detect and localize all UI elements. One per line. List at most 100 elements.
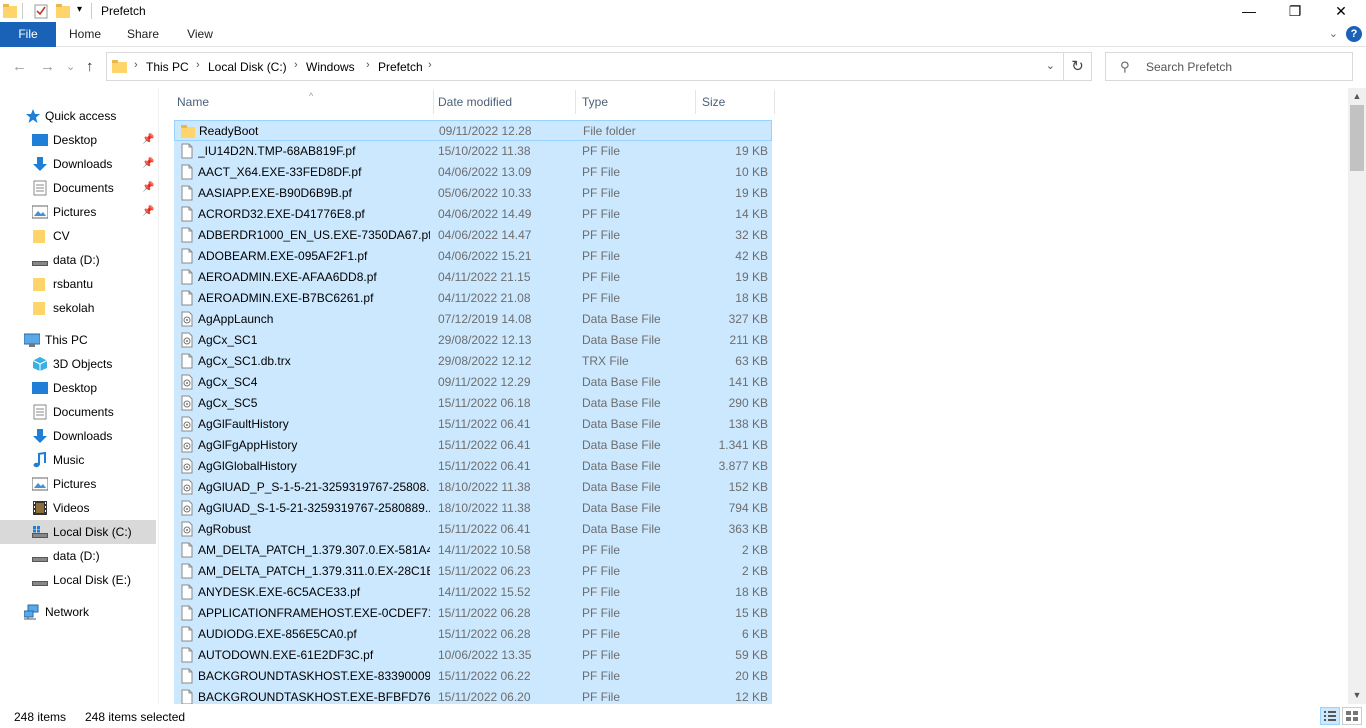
column-header-date-modified[interactable]: Date modified xyxy=(432,88,575,116)
breadcrumb-this-pc[interactable]: This PC xyxy=(146,60,189,74)
sidebar-item-network[interactable]: Network xyxy=(0,600,156,624)
file-row[interactable]: APPLICATIONFRAMEHOST.EXE-0CDEF71... 15/11… xyxy=(174,603,772,624)
file-row[interactable]: AACT_X64.EXE-33FED8DF.pf 04/06/2022 13.09… xyxy=(174,162,772,183)
sidebar-item-label: Quick access xyxy=(45,109,117,123)
address-dropdown-icon[interactable]: ⌄ xyxy=(1046,59,1055,72)
sidebar-item-data-d-pc[interactable]: data (D:) xyxy=(0,544,156,568)
details-view-button[interactable] xyxy=(1320,707,1340,725)
column-divider[interactable] xyxy=(774,90,775,114)
help-icon[interactable]: ? xyxy=(1346,26,1362,42)
tab-home[interactable]: Home xyxy=(56,22,114,47)
file-row[interactable]: AgCx_SC4 09/11/2022 12.29 Data Base File 14… xyxy=(174,372,772,393)
column-header-name[interactable]: Name ^ xyxy=(171,88,433,116)
file-row[interactable]: AgGlGlobalHistory 15/11/2022 06.41 Data Ba… xyxy=(174,456,772,477)
scroll-down-button[interactable]: ▼ xyxy=(1348,687,1366,704)
customize-toolbar-icon[interactable]: ▾ xyxy=(77,4,82,15)
tab-share[interactable]: Share xyxy=(114,22,172,47)
sidebar-item-3d-objects[interactable]: 3D Objects xyxy=(0,352,156,376)
file-row[interactable]: AgGlFaultHistory 15/11/2022 06.41 Data Bas… xyxy=(174,414,772,435)
breadcrumb-prefetch[interactable]: Prefetch xyxy=(378,60,423,74)
sidebar-item-local-disk-e[interactable]: Local Disk (E:) xyxy=(0,568,156,592)
sidebar-item-pictures-pc[interactable]: Pictures xyxy=(0,472,156,496)
sidebar-item-label: sekolah xyxy=(53,301,95,315)
file-row[interactable]: AUDIODG.EXE-856E5CA0.pf 15/11/2022 06.28 P… xyxy=(174,624,772,645)
file-row[interactable]: _IU14D2N.TMP-68AB819F.pf 15/10/2022 11.38… xyxy=(174,141,772,162)
file-row[interactable]: AgCx_SC1 29/08/2022 12.13 Data Base File 21… xyxy=(174,330,772,351)
file-name: AM_DELTA_PATCH_1.379.307.0.EX-581A48... xyxy=(198,543,430,557)
file-row[interactable]: ADBERDR1000_EN_US.EXE-7350DA67.pf 04/06/2… xyxy=(174,225,772,246)
file-type: Data Base File xyxy=(582,312,661,326)
minimize-button[interactable]: — xyxy=(1226,0,1272,22)
sidebar-item-videos[interactable]: Videos xyxy=(0,496,156,520)
sidebar-item-cv[interactable]: CV xyxy=(0,224,156,248)
file-row[interactable]: ACRORD32.EXE-D41776E8.pf 04/06/2022 14.49… xyxy=(174,204,772,225)
sidebar-item-this-pc[interactable]: This PC xyxy=(0,328,156,352)
address-bar[interactable]: › This PC › Local Disk (C:) › Windows › … xyxy=(106,52,1064,81)
file-row[interactable]: AgCx_SC1.db.trx 29/08/2022 12.12 TRX File 6… xyxy=(174,351,772,372)
recent-locations-button[interactable]: ⌄ xyxy=(66,60,75,73)
file-type: Data Base File xyxy=(582,501,661,515)
sidebar-item-downloads-pc[interactable]: Downloads xyxy=(0,424,156,448)
file-row[interactable]: AgGlUAD_P_S-1-5-21-3259319767-25808... 18… xyxy=(174,477,772,498)
file-row[interactable]: ANYDESK.EXE-6C5ACE33.pf 14/11/2022 15.52 P… xyxy=(174,582,772,603)
file-row[interactable]: BACKGROUNDTASKHOST.EXE-BFBFD767.pf 15/11/… xyxy=(174,687,772,704)
file-row[interactable]: AgAppLaunch 07/12/2019 14.08 Data Base Fil… xyxy=(174,309,772,330)
new-folder-icon[interactable] xyxy=(56,3,70,19)
large-icons-view-button[interactable] xyxy=(1342,707,1362,725)
file-name: AACT_X64.EXE-33FED8DF.pf xyxy=(198,165,362,179)
sidebar-item-documents-pc[interactable]: Documents xyxy=(0,400,156,424)
properties-icon[interactable] xyxy=(33,3,49,19)
breadcrumb-local-disk-c[interactable]: Local Disk (C:) xyxy=(208,60,287,74)
file-row[interactable]: AgGlFgAppHistory 15/11/2022 06.41 Data Bas… xyxy=(174,435,772,456)
file-row[interactable]: AASIAPP.EXE-B90D6B9B.pf 05/06/2022 10.33 P… xyxy=(174,183,772,204)
breadcrumb-windows[interactable]: Windows xyxy=(306,60,355,74)
file-row[interactable]: AgGlUAD_S-1-5-21-3259319767-2580889... 18… xyxy=(174,498,772,519)
forward-button[interactable]: → xyxy=(40,58,55,75)
close-button[interactable]: ✕ xyxy=(1318,0,1364,22)
sidebar-item-label: Downloads xyxy=(53,157,113,171)
search-box[interactable]: ⚲ xyxy=(1105,52,1353,81)
file-row[interactable]: AgCx_SC5 15/11/2022 06.18 Data Base File 29… xyxy=(174,393,772,414)
file-row[interactable]: BACKGROUNDTASKHOST.EXE-83390009.pf 15/11/… xyxy=(174,666,772,687)
file-size: 363 KB xyxy=(728,522,768,536)
file-row[interactable]: ReadyBoot 09/11/2022 12.28 File folder xyxy=(174,120,772,141)
sidebar-item-sekolah[interactable]: sekolah xyxy=(0,296,156,320)
sidebar-item-label: rsbantu xyxy=(53,277,94,291)
column-header-type[interactable]: Type xyxy=(576,88,694,116)
tab-view[interactable]: View xyxy=(172,22,228,47)
sidebar-item-music[interactable]: Music xyxy=(0,448,156,472)
sidebar-item-label: Documents xyxy=(53,405,114,419)
file-row[interactable]: AUTODOWN.EXE-61E2DF3C.pf 10/06/2022 13.35… xyxy=(174,645,772,666)
sidebar-item-rsbantu[interactable]: rsbantu xyxy=(0,272,156,296)
folder-icon xyxy=(33,278,45,291)
scroll-thumb[interactable] xyxy=(1350,105,1364,171)
file-row[interactable]: AM_DELTA_PATCH_1.379.307.0.EX-581A48... 1… xyxy=(174,540,772,561)
vertical-scrollbar[interactable]: ▲ ▼ xyxy=(1348,88,1366,704)
file-row[interactable]: AM_DELTA_PATCH_1.379.311.0.EX-28C1B... 15… xyxy=(174,561,772,582)
file-size: 2 KB xyxy=(741,543,768,557)
sidebar-item-quick-access[interactable]: Quick access xyxy=(0,104,156,128)
search-input[interactable] xyxy=(1146,58,1346,76)
column-header-size[interactable]: Size xyxy=(696,88,774,116)
scroll-up-button[interactable]: ▲ xyxy=(1348,88,1366,105)
back-button[interactable]: ← xyxy=(12,58,27,75)
file-row[interactable]: AEROADMIN.EXE-B7BC6261.pf 04/11/2022 21.0… xyxy=(174,288,772,309)
sidebar-item-desktop[interactable]: Desktop 📌 xyxy=(0,128,156,152)
sidebar-item-pictures[interactable]: Pictures 📌 xyxy=(0,200,156,224)
sidebar-item-documents[interactable]: Documents 📌 xyxy=(0,176,156,200)
column-header-label: Name xyxy=(177,95,210,109)
computer-icon xyxy=(24,333,40,347)
expand-ribbon-icon[interactable]: ⌄ xyxy=(1329,27,1338,40)
up-button[interactable]: ↑ xyxy=(86,58,94,75)
file-row[interactable]: ADOBEARM.EXE-095AF2F1.pf 04/06/2022 15.21… xyxy=(174,246,772,267)
tab-file[interactable]: File xyxy=(0,22,56,47)
refresh-button[interactable]: ↻ xyxy=(1064,52,1092,81)
sidebar-item-downloads[interactable]: Downloads 📌 xyxy=(0,152,156,176)
sidebar-item-local-disk-c[interactable]: Local Disk (C:) xyxy=(0,520,156,544)
file-row[interactable]: AgRobust 15/11/2022 06.41 Data Base File 36… xyxy=(174,519,772,540)
sidebar-item-desktop-pc[interactable]: Desktop xyxy=(0,376,156,400)
file-icon xyxy=(181,626,193,642)
file-row[interactable]: AEROADMIN.EXE-AFAA6DD8.pf 04/11/2022 21.1… xyxy=(174,267,772,288)
sidebar-item-data-d[interactable]: data (D:) xyxy=(0,248,156,272)
maximize-button[interactable]: ❐ xyxy=(1272,0,1318,22)
